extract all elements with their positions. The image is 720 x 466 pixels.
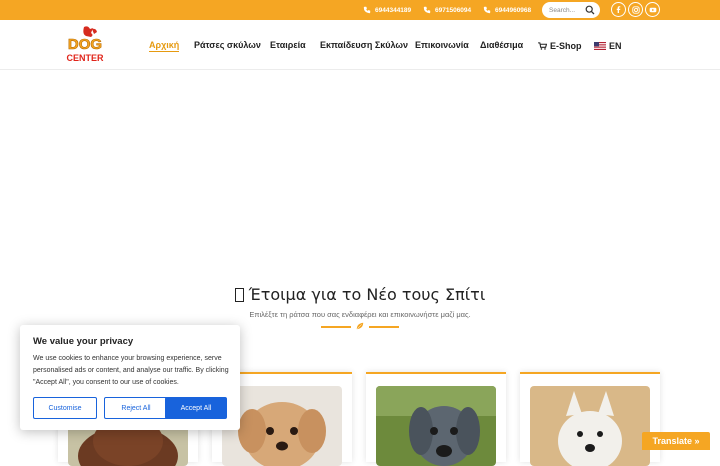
section-subtitle: Επιλέξτε τη ράτσα που σας ενδιαφέρει και… [249, 310, 471, 319]
cart-icon [538, 42, 547, 50]
youtube-link[interactable] [645, 2, 660, 17]
puppy-photo [530, 386, 650, 466]
cookie-reject-button[interactable]: Reject All [104, 397, 168, 419]
hero-area [0, 71, 720, 271]
phone-icon [483, 6, 491, 14]
phone-icon [363, 6, 371, 14]
cookie-customise-button[interactable]: Customise [33, 397, 97, 419]
phone-link-2[interactable]: 6971506094 [423, 4, 471, 16]
nav-eshop-label: E-Shop [550, 41, 582, 51]
section-title-text: Έτοιμα για το Νέο τους Σπίτι [248, 285, 486, 304]
nav-item-eshop[interactable]: E-Shop [538, 40, 582, 52]
phone-number: 6944960968 [495, 6, 532, 14]
phone-icon [423, 6, 431, 14]
puppy-photo [222, 386, 342, 466]
us-flag-icon [594, 42, 606, 50]
nav-item-breeds[interactable]: Ράτσες σκύλων [194, 40, 261, 52]
search-icon[interactable] [585, 5, 595, 15]
phone-link-3[interactable]: 6944960968 [483, 4, 531, 16]
top-bar: 6944344189 6971506094 6944960968 Search.… [0, 0, 720, 20]
site-logo[interactable]: DOG CENTER [60, 25, 110, 65]
cookie-accept-button[interactable]: Accept All [165, 397, 227, 419]
nav-item-contact[interactable]: Επικοινωνία [415, 40, 469, 52]
section-title: Έτοιμα για το Νέο τους Σπίτι [0, 285, 720, 304]
puppy-image-icon [530, 386, 650, 466]
phone-link-1[interactable]: 6944344189 [363, 4, 411, 16]
missing-glyph-icon [234, 288, 244, 302]
puppy-photo [376, 386, 496, 466]
nav-item-training[interactable]: Εκπαίδευση Σκύλων [320, 40, 408, 52]
puppy-image-icon [376, 386, 496, 466]
puppy-card[interactable] [366, 372, 506, 466]
youtube-icon [649, 7, 656, 12]
dog-center-logo-icon: DOG CENTER [66, 26, 104, 63]
puppy-image-icon [222, 386, 342, 466]
search-placeholder: Search... [549, 6, 576, 14]
phone-number: 6944344189 [375, 6, 412, 14]
instagram-icon [631, 5, 640, 14]
logo-center-text: CENTER [66, 53, 104, 63]
nav-item-available[interactable]: Διαθέσιμα [480, 40, 523, 52]
nav-item-language[interactable]: EN [594, 40, 622, 52]
cookie-body: We use cookies to enhance your browsing … [33, 355, 229, 386]
search-input[interactable]: Search... [542, 2, 600, 18]
puppy-card[interactable] [520, 372, 660, 466]
nav-language-label: EN [609, 41, 622, 51]
facebook-link[interactable] [611, 2, 626, 17]
leaf-icon [356, 322, 364, 330]
facebook-icon [616, 6, 621, 13]
nav-item-home[interactable]: Αρχική [149, 40, 180, 52]
divider-left [321, 326, 351, 328]
cookie-title: We value your privacy [33, 336, 134, 347]
cookie-consent-banner: We value your privacy We use cookies to … [20, 325, 240, 430]
logo-dog-text: DOG [68, 36, 102, 53]
divider-right [369, 326, 399, 328]
phone-number: 6971506094 [435, 6, 472, 14]
instagram-link[interactable] [628, 2, 643, 17]
translate-button[interactable]: Translate » [642, 432, 710, 450]
nav-item-company[interactable]: Εταιρεία [270, 40, 306, 52]
